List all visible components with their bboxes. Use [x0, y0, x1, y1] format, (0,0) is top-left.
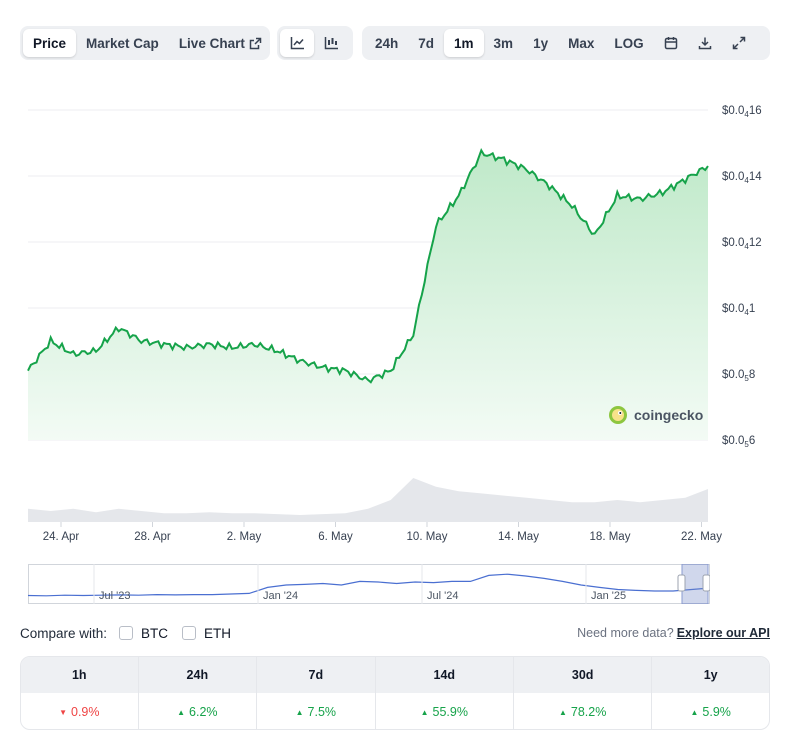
- explore-api-link[interactable]: Explore our API: [677, 626, 770, 640]
- gecko-logo-icon: [609, 406, 627, 424]
- caret-up-icon: ▲: [558, 707, 567, 717]
- more-data-text: Need more data?: [577, 626, 674, 640]
- range-1y[interactable]: 1y: [523, 29, 558, 57]
- y-tick-label: $0.058: [722, 369, 755, 383]
- change-30d-value: 78.2%: [570, 704, 607, 719]
- chart-type-toggle: [277, 26, 353, 60]
- change-1h: ▼ 0.9%: [21, 693, 139, 729]
- change-1y-value: 5.9%: [702, 704, 731, 719]
- table-row: ▼ 0.9% ▲ 6.2% ▲ 7.5% ▲ 55.9% ▲ 78.2% ▲ 5.9%: [21, 693, 769, 729]
- chart-toolbar: Price Market Cap Live Chart 24h 7d 1m 3m…: [20, 26, 770, 60]
- header-1y: 1y: [651, 657, 769, 693]
- candlestick-chart-icon: [324, 37, 338, 50]
- header-1h: 1h: [21, 657, 139, 693]
- checkbox-box[interactable]: [182, 626, 197, 640]
- change-7d: ▲ 7.5%: [256, 693, 376, 729]
- external-link-icon: [249, 37, 262, 49]
- range-selector: 24h 7d 1m 3m 1y Max LOG: [362, 26, 770, 60]
- price-change-table: 1h 24h 7d 14d 30d 1y ▼ 0.9% ▲ 6.2% ▲ 7.5% ▲…: [20, 656, 770, 730]
- caret-up-icon: ▲: [690, 707, 699, 717]
- y-tick-label: $0.0412: [722, 237, 762, 251]
- y-tick-label: $0.0414: [722, 171, 762, 185]
- price-change-grid: 1h 24h 7d 14d 30d 1y ▼ 0.9% ▲ 6.2% ▲ 7.5% ▲…: [21, 657, 769, 729]
- tab-market-cap[interactable]: Market Cap: [76, 29, 169, 57]
- tab-price[interactable]: Price: [23, 29, 77, 57]
- compare-btc-checkbox[interactable]: BTC: [119, 626, 168, 641]
- caret-up-icon: ▲: [420, 707, 429, 717]
- header-30d: 30d: [513, 657, 653, 693]
- tab-live-chart-label: Live Chart: [178, 35, 245, 51]
- header-7d: 7d: [256, 657, 376, 693]
- y-tick-label: $0.0416: [722, 105, 762, 119]
- expand-icon: [732, 36, 745, 50]
- navigator-label: Jan '24: [263, 590, 298, 602]
- compare-eth-checkbox[interactable]: ETH: [182, 626, 231, 641]
- change-30d: ▲ 78.2%: [513, 693, 653, 729]
- compare-label: Compare with:: [20, 625, 108, 641]
- x-tick-label: 10. May: [407, 531, 448, 543]
- checkbox-box[interactable]: [119, 626, 134, 640]
- range-3m[interactable]: 3m: [484, 29, 524, 57]
- download-icon: [698, 37, 711, 50]
- compare-eth-label: ETH: [204, 625, 232, 641]
- range-max[interactable]: Max: [558, 29, 604, 57]
- x-tick-label: 18. May: [590, 531, 631, 543]
- change-24h: ▲ 6.2%: [138, 693, 258, 729]
- range-1m[interactable]: 1m: [444, 29, 484, 57]
- volume-area: [28, 478, 708, 522]
- navigator-label: Jul '24: [427, 590, 458, 602]
- navigator-handle-left[interactable]: [677, 574, 686, 592]
- caret-up-icon: ▲: [295, 707, 304, 717]
- compare-btc-label: BTC: [141, 625, 169, 641]
- fullscreen-button[interactable]: [722, 29, 756, 57]
- calendar-icon: [664, 37, 677, 50]
- navigator-svg[interactable]: Jul '23 Jan '24 Jul '24 Jan '25: [27, 563, 711, 605]
- x-tick-label: 6. May: [318, 531, 353, 543]
- y-tick-label: $0.056: [722, 435, 755, 449]
- candlestick-chart-button[interactable]: [314, 29, 348, 57]
- caret-up-icon: ▲: [177, 707, 186, 717]
- line-chart-button[interactable]: [280, 29, 314, 57]
- line-chart-icon: [290, 37, 304, 50]
- table-header-row: 1h 24h 7d 14d 30d 1y: [21, 657, 769, 693]
- change-14d-value: 55.9%: [432, 704, 468, 719]
- tab-live-chart[interactable]: Live Chart: [169, 29, 272, 57]
- range-log[interactable]: LOG: [604, 29, 653, 57]
- watermark-text: coingecko: [634, 407, 704, 423]
- range-navigator[interactable]: Jul '23 Jan '24 Jul '24 Jan '25: [27, 563, 711, 605]
- coingecko-watermark: coingecko: [608, 405, 703, 425]
- change-7d-value: 7.5%: [307, 704, 337, 719]
- calendar-button[interactable]: [654, 29, 688, 57]
- x-tick-label: 22. May: [681, 531, 722, 543]
- caret-down-icon: ▼: [59, 707, 67, 717]
- change-24h-value: 6.2%: [189, 704, 218, 719]
- price-chart[interactable]: $0.0416 $0.0414 $0.0412 $0.041 $0.058 $0.056 2…: [0, 80, 800, 560]
- compare-bar: Compare with: BTC ETH Need more data? Exp…: [20, 622, 770, 644]
- range-7d[interactable]: 7d: [408, 29, 444, 57]
- x-tick-label: 14. May: [498, 531, 539, 543]
- navigator-handle-right[interactable]: [702, 574, 711, 592]
- download-button[interactable]: [688, 29, 722, 57]
- range-24h[interactable]: 24h: [365, 29, 408, 57]
- price-chart-svg[interactable]: $0.0416 $0.0414 $0.0412 $0.041 $0.058 $0.056 2…: [0, 80, 800, 560]
- y-tick-label: $0.041: [722, 303, 755, 317]
- header-14d: 14d: [375, 657, 514, 693]
- price-area-fill: [28, 150, 708, 441]
- change-1h-value: 0.9%: [71, 704, 100, 719]
- navigator-label: Jan '25: [591, 590, 626, 602]
- header-24h: 24h: [138, 657, 258, 693]
- x-tick-label: 24. Apr: [43, 531, 80, 543]
- x-tick-label: 2. May: [227, 531, 262, 543]
- chart-metric-tabs: Price Market Cap Live Chart: [20, 26, 270, 60]
- navigator-label: Jul '23: [99, 590, 130, 602]
- x-tick-label: 28. Apr: [134, 531, 171, 543]
- more-data-prompt: Need more data? Explore our API: [577, 626, 770, 640]
- change-14d: ▲ 55.9%: [375, 693, 514, 729]
- change-1y: ▲ 5.9%: [652, 693, 769, 729]
